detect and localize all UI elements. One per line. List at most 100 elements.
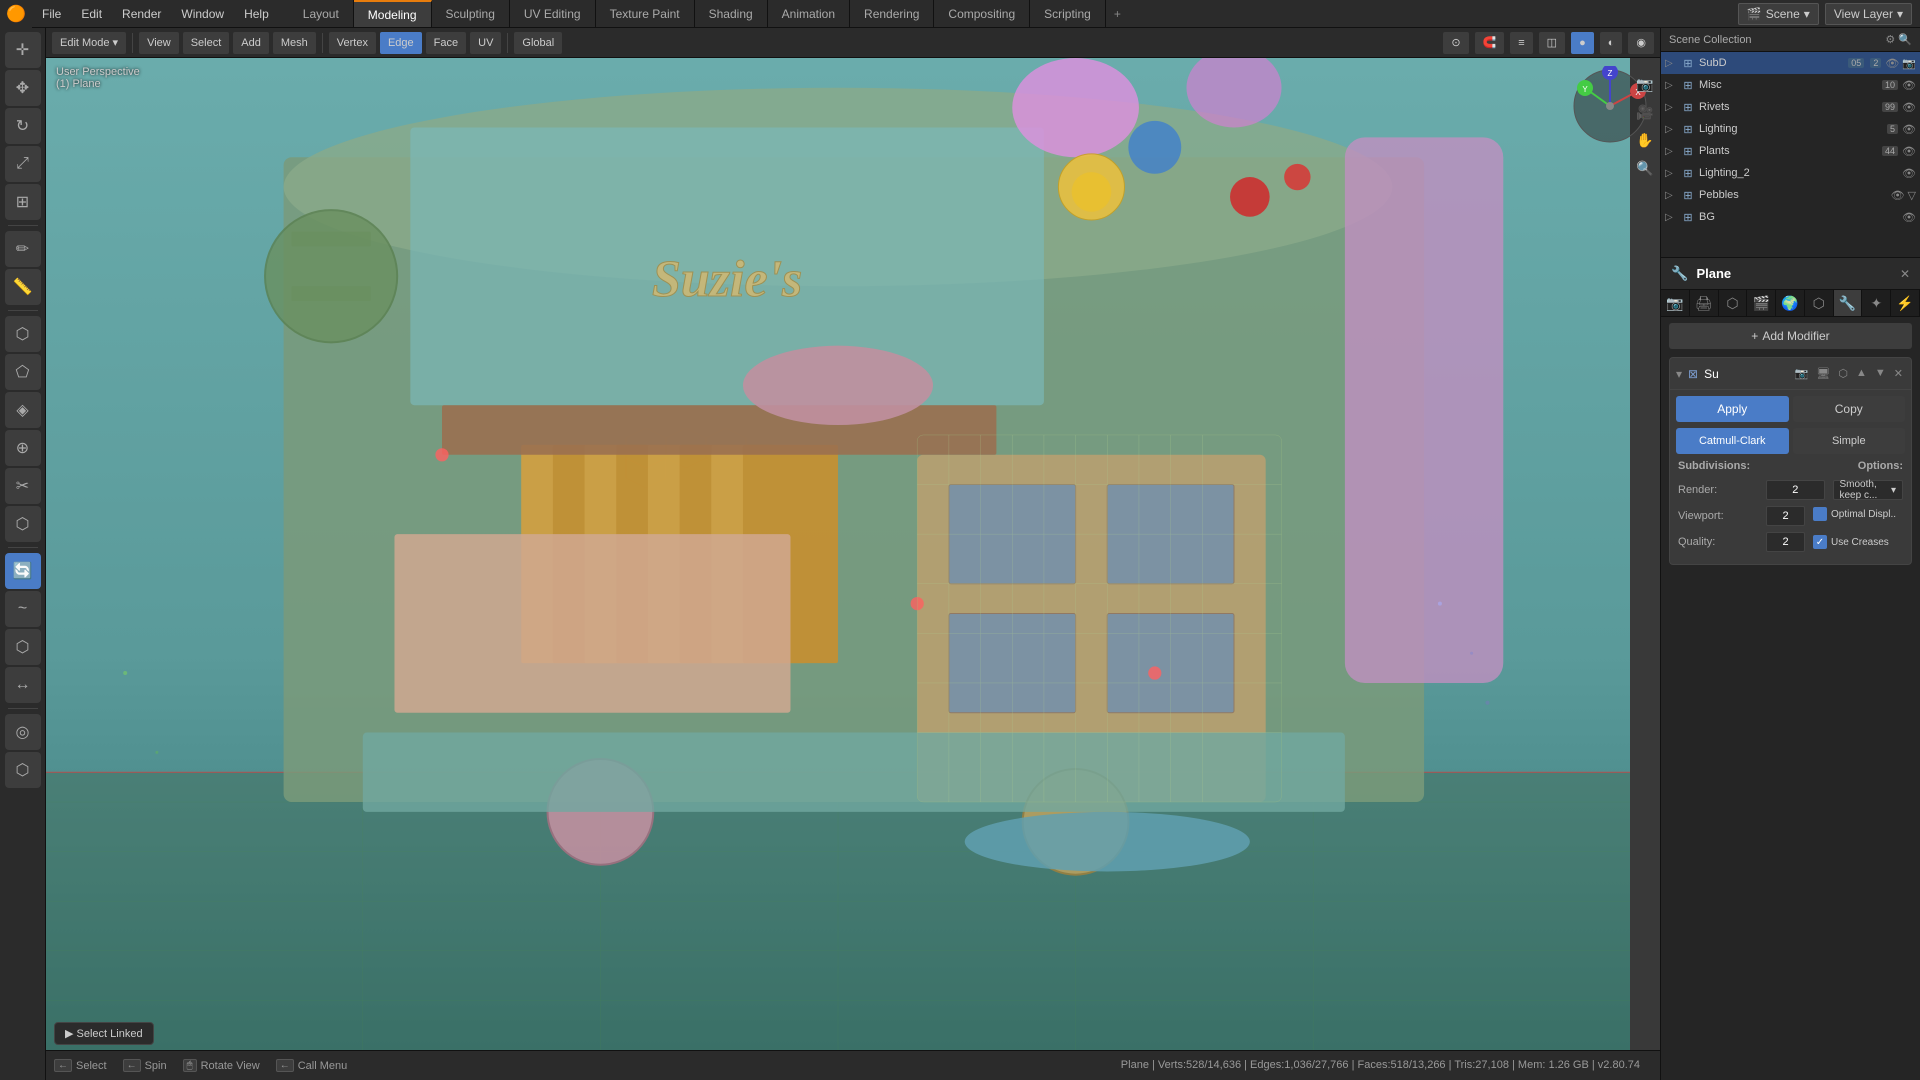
edge-slide-tool[interactable]: ↔: [5, 667, 41, 703]
output-props-tab[interactable]: 🖨: [1690, 290, 1719, 316]
spin-tool-item[interactable]: ← Spin: [123, 1059, 167, 1072]
outliner-item-lighting[interactable]: ▷ ⊞ Lighting 5 👁: [1661, 118, 1920, 140]
view-layer-tab[interactable]: ⬡: [1719, 290, 1748, 316]
render-icon-subd[interactable]: 📷: [1902, 57, 1916, 70]
physics-tab[interactable]: ⚡: [1891, 290, 1920, 316]
material-view-btn[interactable]: ◐: [1600, 32, 1623, 54]
world-props-tab[interactable]: 🌍: [1776, 290, 1805, 316]
tab-sculpting[interactable]: Sculpting: [432, 0, 510, 27]
tab-shading[interactable]: Shading: [695, 0, 768, 27]
cursor-tool[interactable]: ✛: [5, 32, 41, 68]
outliner-item-subd[interactable]: ▷ ⊞ SubD 05 2 👁 📷: [1661, 52, 1920, 74]
particles-tab[interactable]: ✦: [1862, 290, 1891, 316]
tab-scripting[interactable]: Scripting: [1030, 0, 1106, 27]
select-tool-item[interactable]: ← Select: [54, 1059, 107, 1072]
apply-button[interactable]: Apply: [1676, 396, 1789, 422]
outliner-item-pebbles[interactable]: ▷ ⊞ Pebbles 👁 ▽: [1661, 184, 1920, 206]
extrude-tool[interactable]: ⬡: [5, 316, 41, 352]
view-layer-selector[interactable]: View Layer ▾: [1825, 3, 1912, 25]
tab-layout[interactable]: Layout: [289, 0, 354, 27]
mod-close-icon[interactable]: ✕: [1892, 365, 1905, 382]
visibility-icon-lighting[interactable]: 👁: [1902, 123, 1916, 136]
quality-value-input[interactable]: 2: [1766, 532, 1805, 552]
inset-tool[interactable]: ⬠: [5, 354, 41, 390]
window-menu[interactable]: Window: [171, 0, 234, 27]
polypen-tool[interactable]: ⬡: [5, 506, 41, 542]
rendered-view-btn[interactable]: ◉: [1628, 32, 1654, 54]
smooth-dropdown[interactable]: Smooth, keep c... ▾: [1833, 480, 1904, 500]
outliner-item-plants[interactable]: ▷ ⊞ Plants 44 👁: [1661, 140, 1920, 162]
simple-button[interactable]: Simple: [1793, 428, 1906, 454]
randomize-tool[interactable]: ⬡: [5, 629, 41, 665]
xray-btn[interactable]: ◫: [1539, 32, 1565, 54]
add-workspace-button[interactable]: +: [1106, 0, 1129, 27]
bevel-tool[interactable]: ◈: [5, 392, 41, 428]
move-tool[interactable]: ✥: [5, 70, 41, 106]
edge-mode-btn[interactable]: Edge: [380, 32, 422, 54]
visibility-icon-pebbles[interactable]: 👁: [1891, 189, 1905, 202]
mod-camera-icon[interactable]: 📷: [1793, 365, 1811, 382]
filter-icon-pebbles[interactable]: ▽: [1908, 189, 1916, 202]
tab-modeling[interactable]: Modeling: [354, 0, 432, 27]
visibility-icon-lighting2[interactable]: 👁: [1902, 167, 1916, 180]
file-menu[interactable]: File: [32, 0, 71, 27]
face-mode-btn[interactable]: Face: [426, 32, 466, 54]
outliner-item-bg[interactable]: ▷ ⊞ BG 👁: [1661, 206, 1920, 228]
spin-tool[interactable]: 🔄: [5, 553, 41, 589]
mod-down-icon[interactable]: ▼: [1873, 365, 1888, 382]
scene-selector[interactable]: 🎬 Scene ▾: [1738, 3, 1819, 25]
viewport[interactable]: Edit Mode ▾ View Select Add Mesh Vertex …: [46, 28, 1660, 1080]
tab-uv-editing[interactable]: UV Editing: [510, 0, 596, 27]
proportional-edit[interactable]: ⊙: [1443, 32, 1468, 54]
overlay-btn[interactable]: ≡: [1510, 32, 1532, 54]
hand-icon[interactable]: ✋: [1633, 128, 1657, 152]
shear-tool[interactable]: ⬡: [5, 752, 41, 788]
edit-menu[interactable]: Edit: [71, 0, 112, 27]
scene-props-tab[interactable]: 🎬: [1747, 290, 1776, 316]
tab-compositing[interactable]: Compositing: [934, 0, 1030, 27]
tab-animation[interactable]: Animation: [768, 0, 850, 27]
visibility-icon-misc[interactable]: 👁: [1902, 79, 1916, 92]
blender-logo-icon[interactable]: 🟠: [0, 0, 32, 28]
visibility-icon-plants[interactable]: 👁: [1902, 145, 1916, 158]
visibility-icon-rivets[interactable]: 👁: [1902, 101, 1916, 114]
vertex-mode-btn[interactable]: Vertex: [329, 32, 376, 54]
uv-mode-btn[interactable]: UV: [470, 32, 501, 54]
mode-dropdown[interactable]: Edit Mode ▾: [52, 32, 126, 54]
select-menu-btn[interactable]: Select: [183, 32, 230, 54]
render-value-input[interactable]: 2: [1766, 480, 1825, 500]
visibility-icon-subd[interactable]: 👁: [1885, 57, 1899, 70]
knife-tool[interactable]: ✂: [5, 468, 41, 504]
mod-expand-icon[interactable]: ▾: [1676, 367, 1682, 381]
video-icon[interactable]: 🎥: [1633, 100, 1657, 124]
snap-btn[interactable]: 🧲: [1475, 32, 1505, 54]
copy-button[interactable]: Copy: [1793, 396, 1906, 422]
scale-tool[interactable]: ⤢: [5, 146, 41, 182]
smooth-tool[interactable]: ~: [5, 591, 41, 627]
render-props-tab[interactable]: 📷: [1661, 290, 1690, 316]
transform-selector[interactable]: Global: [514, 32, 562, 54]
optimal-disp-checkbox[interactable]: [1813, 507, 1827, 521]
help-menu[interactable]: Help: [234, 0, 279, 27]
camera-icon[interactable]: 📷: [1633, 72, 1657, 96]
outliner-item-lighting2[interactable]: ▷ ⊞ Lighting_2 👁: [1661, 162, 1920, 184]
render-menu[interactable]: Render: [112, 0, 171, 27]
3d-scene-canvas[interactable]: Suzie's: [46, 58, 1630, 1050]
catmull-clark-button[interactable]: Catmull-Clark: [1676, 428, 1789, 454]
close-icon[interactable]: ✕: [1900, 267, 1910, 281]
visibility-icon-bg[interactable]: 👁: [1902, 211, 1916, 224]
object-props-tab[interactable]: ⬡: [1805, 290, 1834, 316]
rotate-tool[interactable]: ↻: [5, 108, 41, 144]
viewport-value-input[interactable]: 2: [1766, 506, 1805, 526]
mesh-menu-btn[interactable]: Mesh: [273, 32, 316, 54]
zoom-icon[interactable]: 🔍: [1633, 156, 1657, 180]
modifier-props-tab[interactable]: 🔧: [1834, 290, 1863, 316]
add-menu-btn[interactable]: Add: [233, 32, 269, 54]
add-modifier-button[interactable]: + Add Modifier: [1669, 323, 1912, 349]
tab-rendering[interactable]: Rendering: [850, 0, 934, 27]
mod-viewport-icon[interactable]: 🖥: [1814, 365, 1832, 382]
transform-tool[interactable]: ⊞: [5, 184, 41, 220]
outliner-search-icon[interactable]: 🔍: [1898, 33, 1912, 46]
outliner-item-rivets[interactable]: ▷ ⊞ Rivets 99 👁: [1661, 96, 1920, 118]
mod-up-icon[interactable]: ▲: [1854, 365, 1869, 382]
